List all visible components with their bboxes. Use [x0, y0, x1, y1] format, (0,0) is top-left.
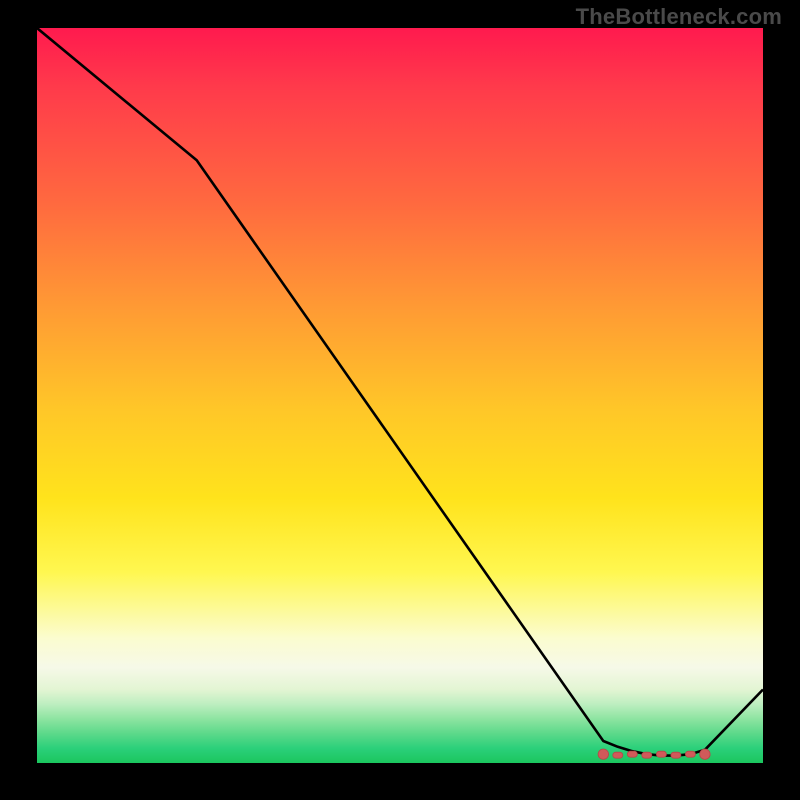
chart-container: TheBottleneck.com — [0, 0, 800, 800]
plot-area-background — [37, 28, 763, 763]
watermark-text: TheBottleneck.com — [576, 4, 782, 30]
